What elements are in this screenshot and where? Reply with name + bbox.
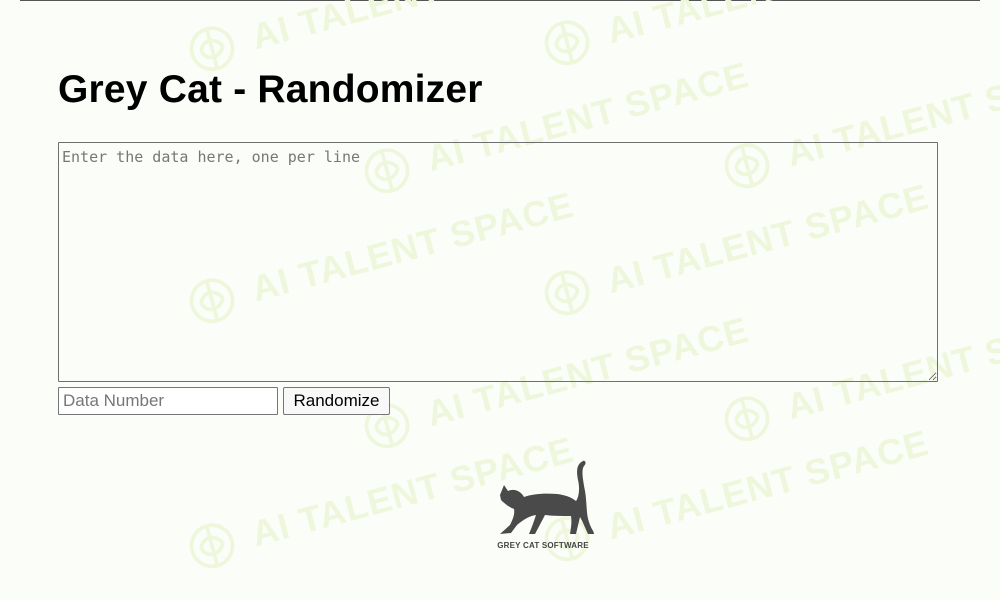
brain-icon [189, 523, 235, 569]
watermark-text: AI TALENT SPACE [602, 0, 933, 52]
randomize-button[interactable]: Randomize [283, 387, 390, 415]
cat-icon [500, 460, 594, 534]
watermark-text: AI TALENT SPACE [602, 421, 934, 548]
brand-name: GREY CAT SOFTWARE [497, 541, 589, 550]
top-divider [20, 0, 980, 1]
data-number-input[interactable] [58, 387, 278, 415]
brain-icon [544, 20, 590, 66]
data-textarea[interactable] [58, 142, 938, 382]
watermark-text: AI TALENT SPACE [247, 0, 578, 58]
watermark: AI TALENT SPACE [533, 0, 935, 77]
page-title: Grey Cat - Randomizer [58, 68, 483, 111]
brain-icon [724, 396, 770, 442]
brand-logo: GREY CAT SOFTWARE [490, 458, 596, 552]
